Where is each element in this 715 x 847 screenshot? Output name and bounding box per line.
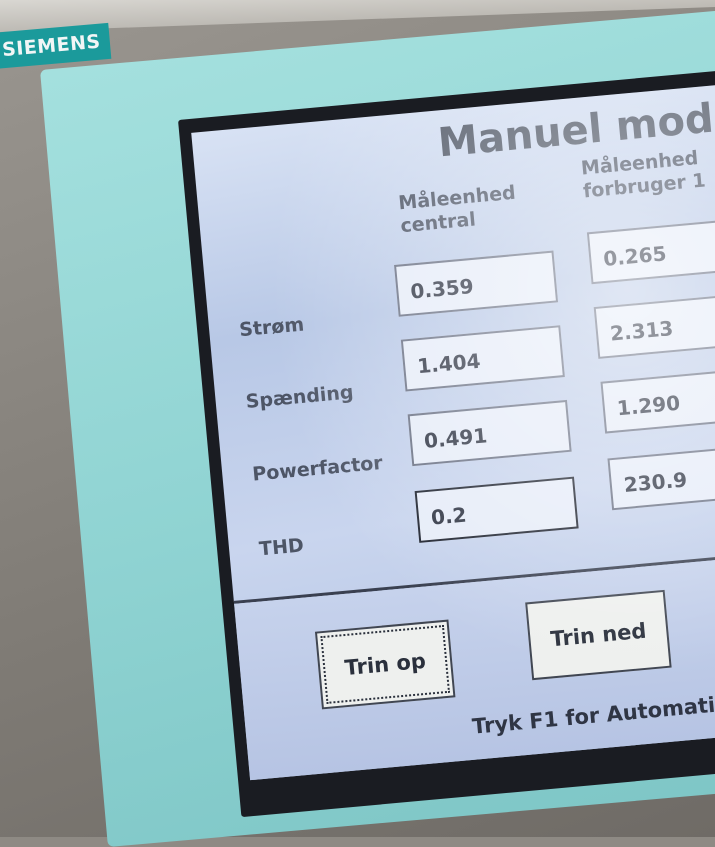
siemens-logo: SIEMENS [1, 30, 102, 62]
step-up-button[interactable]: Trin op [314, 619, 456, 710]
row-label-strom: Strøm [238, 313, 306, 342]
row-label-spaending: Spænding [244, 381, 355, 413]
value-field-powerfactor-central[interactable]: 0.491 [407, 399, 572, 467]
value-field-thd-central[interactable]: 0.2 [414, 476, 579, 543]
step-down-button[interactable]: Trin ned [525, 589, 672, 681]
value-field-thd-forbruger[interactable]: 230.9 [607, 443, 715, 511]
screen-frame: Manuel mode Måleenhed central Måleenhed … [178, 65, 715, 818]
value-field-strom-forbruger[interactable]: 0.265 [586, 217, 715, 285]
value-field-spaending-forbruger[interactable]: 2.313 [593, 292, 715, 359]
value-field-spaending-central[interactable]: 1.404 [400, 325, 565, 392]
value-field-strom-central[interactable]: 0.359 [394, 250, 559, 317]
column-header-central: Måleenhed central [397, 182, 518, 238]
row-label-powerfactor: Powerfactor [251, 451, 384, 486]
row-label-thd: THD [258, 534, 305, 561]
value-field-powerfactor-forbruger[interactable]: 1.290 [600, 367, 715, 434]
column-header-forbruger: Måleenhed forbruger 1 [580, 147, 707, 204]
hmi-screen: Manuel mode Måleenhed central Måleenhed … [191, 78, 715, 781]
